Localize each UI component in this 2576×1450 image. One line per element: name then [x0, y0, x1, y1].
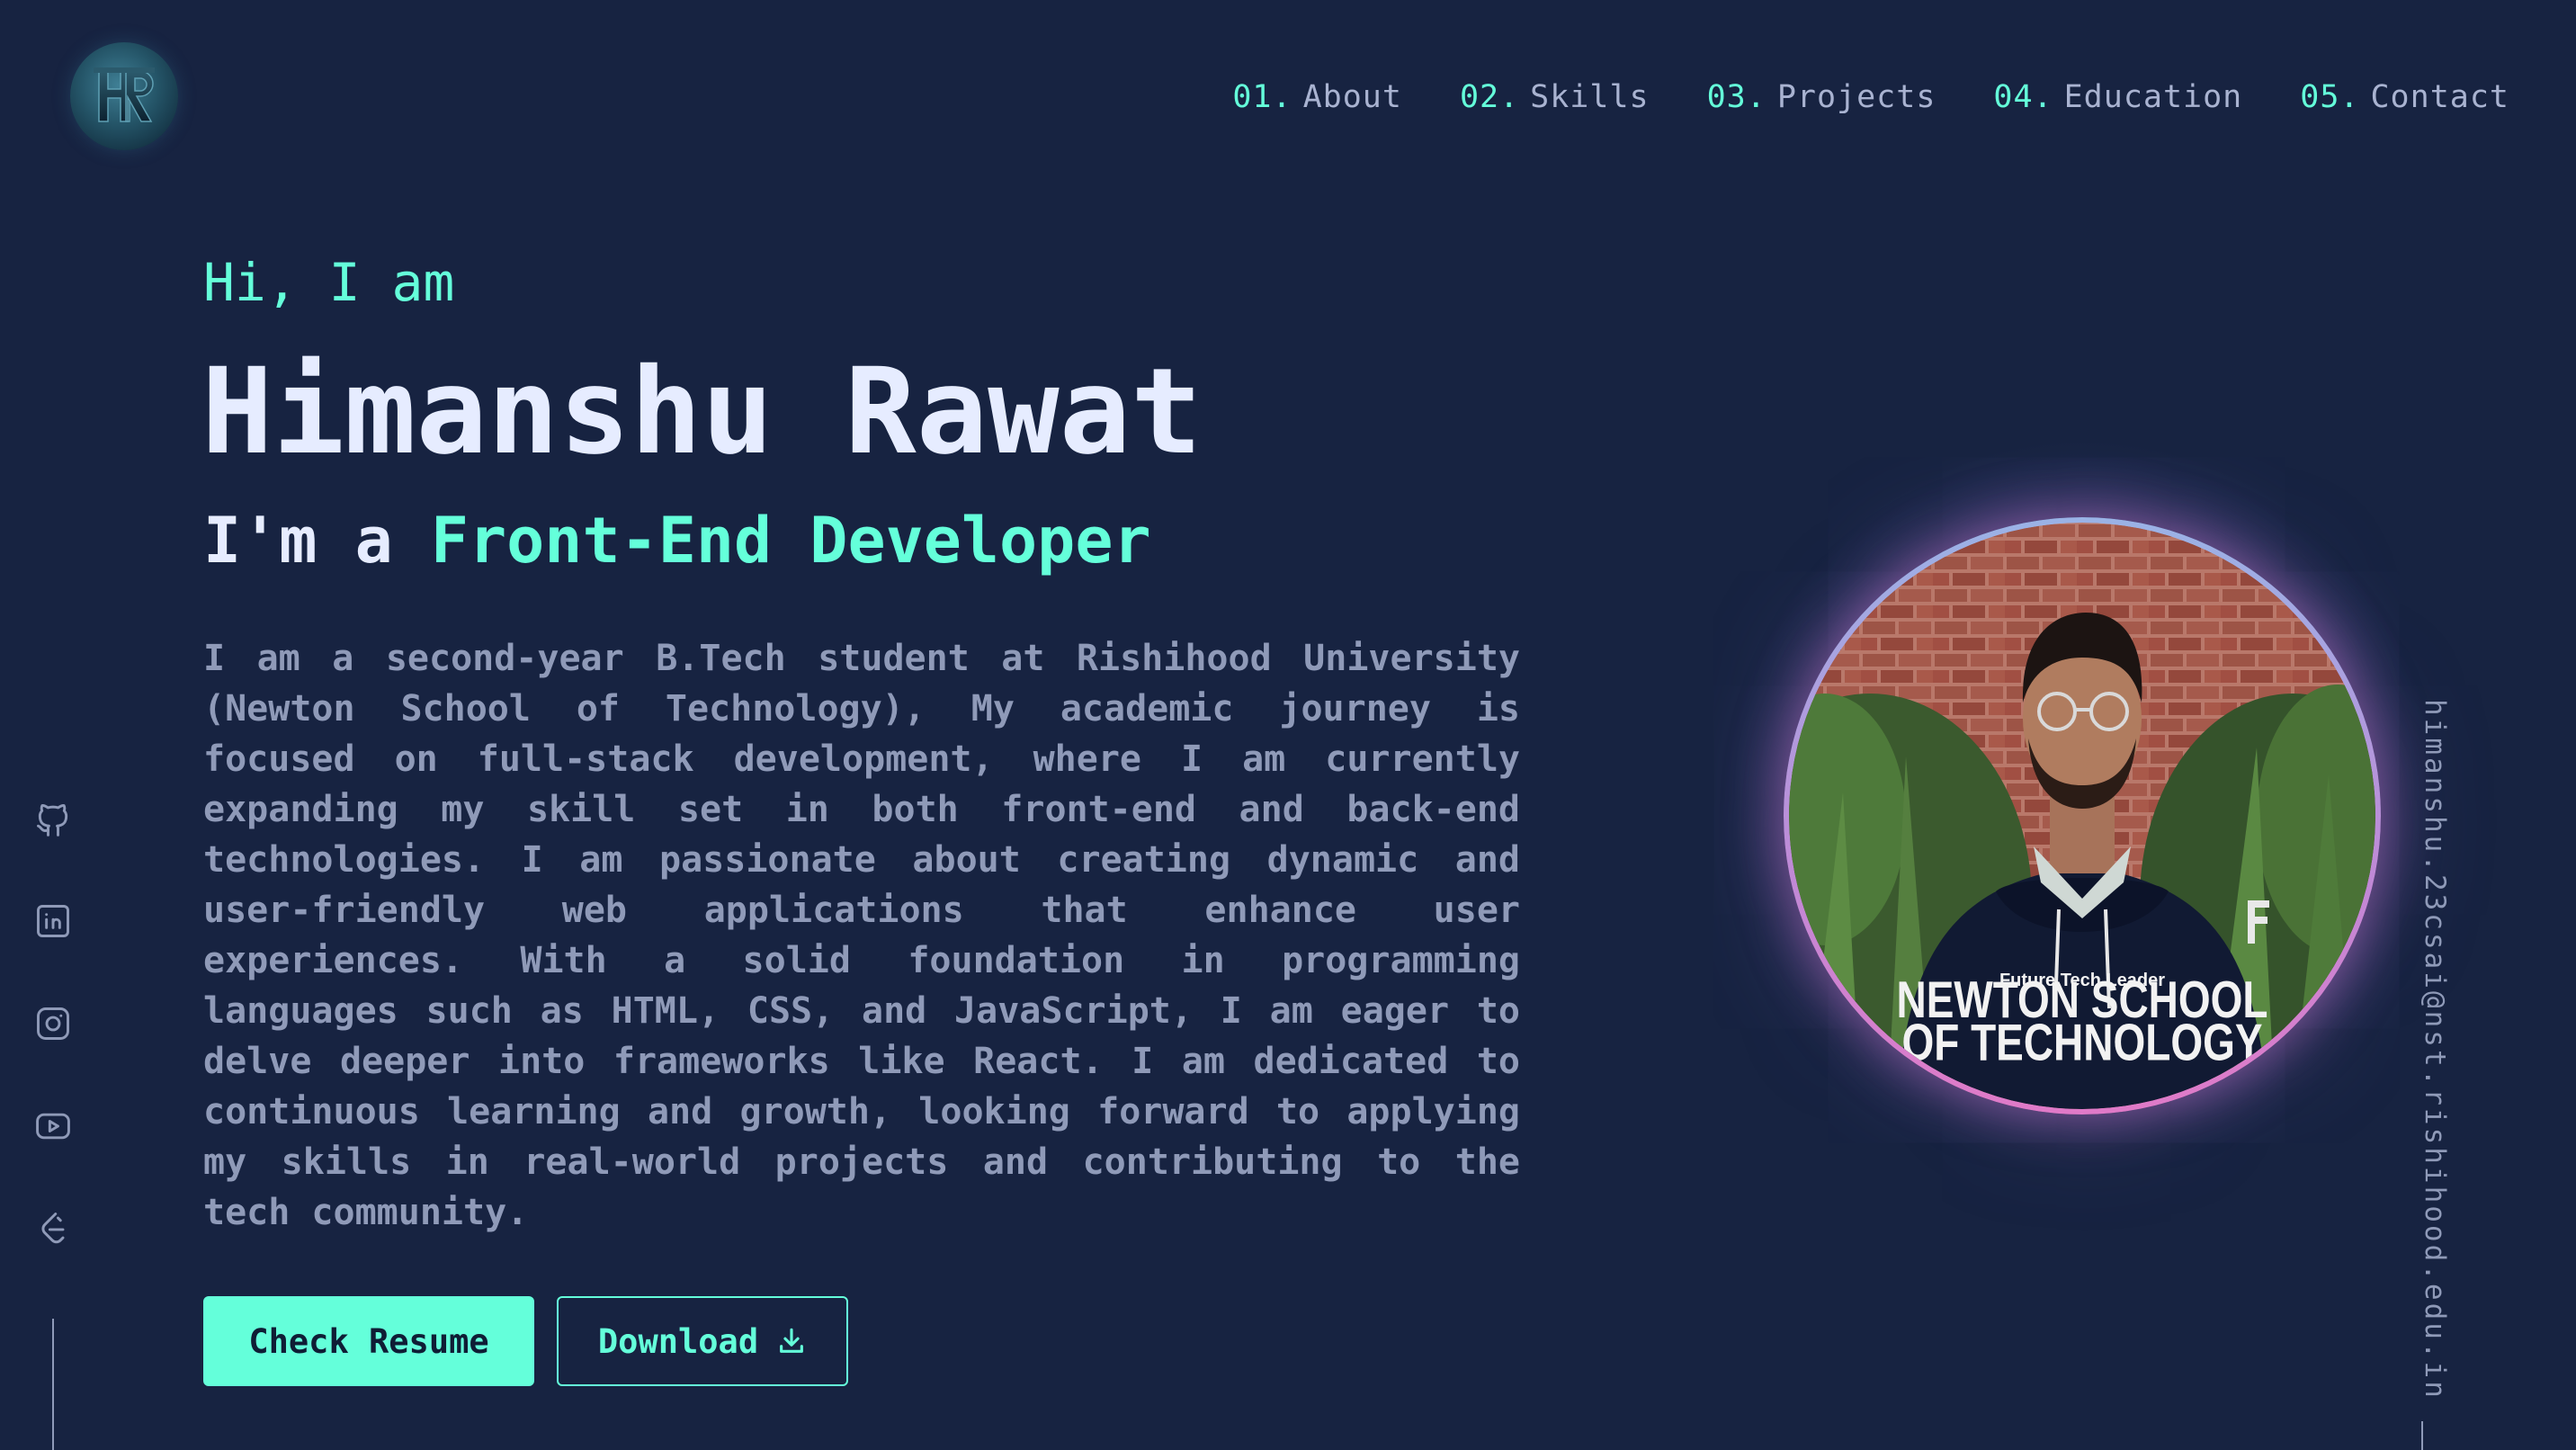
email-link[interactable]: himanshu.23csai@nst.rishihood.edu.in [2417, 699, 2453, 1401]
about-paragraph: I am a second-year B.Tech student at Ris… [203, 638, 1520, 1233]
nav-label: Projects [1776, 79, 1936, 115]
nav-number: 04. [1993, 79, 2053, 115]
nav-item-skills[interactable]: 02. Skills [1460, 72, 1650, 122]
youtube-icon[interactable] [33, 1106, 73, 1146]
linkedin-icon[interactable] [33, 901, 73, 941]
nav-number: 05. [2300, 79, 2360, 115]
right-divider-line [2421, 1421, 2423, 1450]
leetcode-icon[interactable] [33, 1209, 73, 1249]
nav-number: 03. [1706, 79, 1767, 115]
nav-label: About [1302, 79, 1402, 115]
instagram-icon[interactable] [33, 1004, 73, 1043]
download-icon [780, 1328, 804, 1353]
nav-item-projects[interactable]: 03. Projects [1707, 72, 1936, 122]
nav-item-contact[interactable]: 05. Contact [2300, 72, 2509, 122]
hero-name: Himanshu Rawat [201, 343, 1203, 481]
nav-item-about[interactable]: 01. About [1232, 72, 1402, 122]
nav-item-education[interactable]: 04. Education [1993, 72, 2242, 122]
nav-label: Contact [2370, 79, 2509, 115]
hoodie-text-line3: Future Tech Leader [1999, 971, 2165, 990]
profile-photo: NEWTON SCHOOL OF TECHNOLOGY Future Tech … [1789, 523, 2375, 1109]
download-button[interactable]: Download [557, 1296, 848, 1386]
left-divider-line [52, 1319, 54, 1450]
nav-number: 01. [1232, 79, 1292, 115]
nav-label: Skills [1530, 79, 1650, 115]
logo[interactable] [70, 42, 178, 150]
nav-label: Education [2063, 79, 2243, 115]
logo-monogram-icon [94, 67, 155, 122]
portfolio-page: 01. About 02. Skills 03. Projects 04. Educat… [0, 0, 2576, 1450]
nav-number: 02. [1459, 79, 1520, 115]
main-nav: 01. About 02. Skills 03. Projects 04. Educat… [1232, 72, 2509, 122]
github-icon[interactable] [33, 799, 73, 838]
download-label: Download [597, 1321, 759, 1361]
check-resume-button[interactable]: Check Resume [203, 1296, 534, 1386]
social-links [32, 799, 74, 1249]
hero-greeting: Hi, I am [203, 252, 455, 313]
hoodie-text-line2: OF TECHNOLOGY [1901, 1015, 2262, 1072]
role-title: Front-End Developer [430, 504, 1151, 577]
role-prefix: I'm a [203, 504, 431, 577]
profile-frame: NEWTON SCHOOL OF TECHNOLOGY Future Tech … [1784, 517, 2381, 1114]
hero-role: I'm a Front-End Developer [203, 500, 1151, 581]
